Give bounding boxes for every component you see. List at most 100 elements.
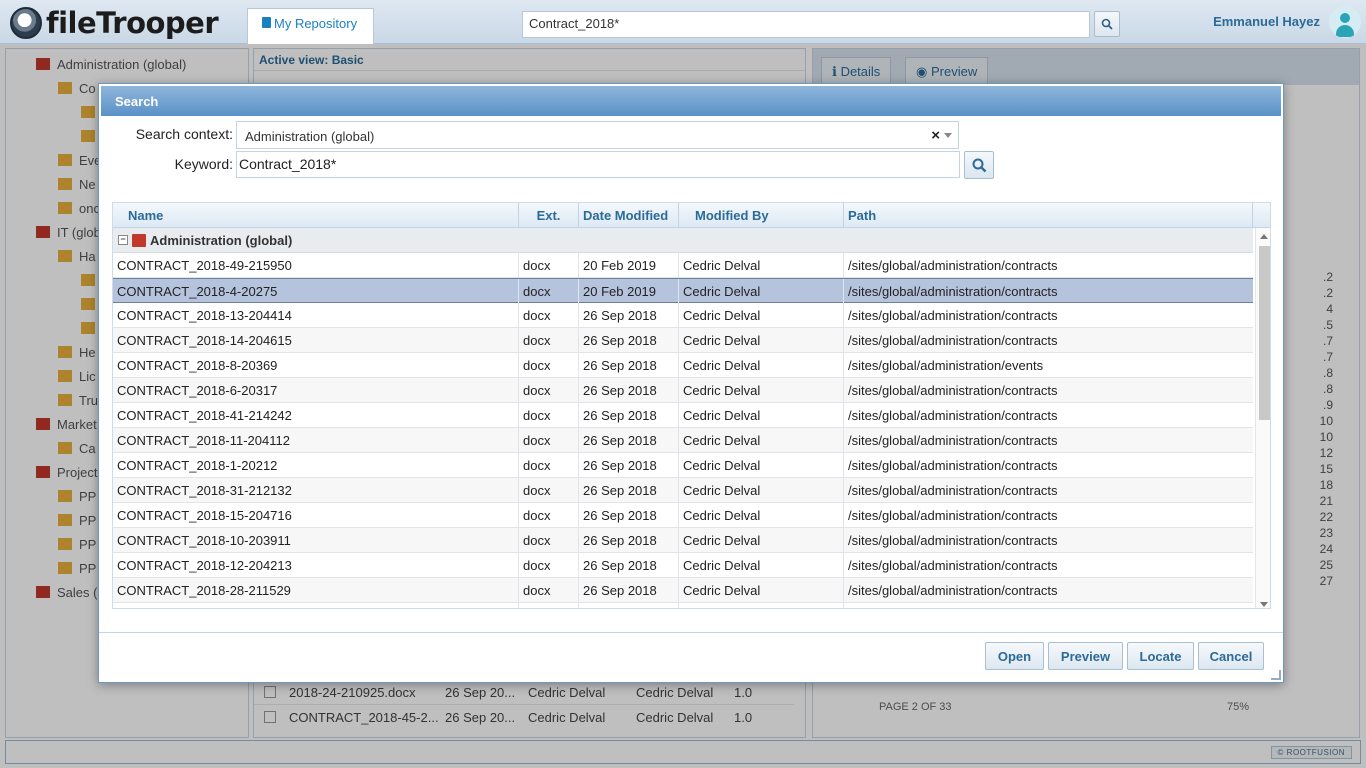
user-name[interactable]: Emmanuel Hayez xyxy=(1180,14,1320,29)
search-context-select[interactable]: Administration (global) × xyxy=(236,121,959,149)
table-row[interactable]: CONTRACT_2018-4-20275 docx 20 Feb 2019 Cedr… xyxy=(113,278,1253,304)
cell-date: 26 Sep 2018 xyxy=(583,558,657,573)
scroll-down-icon[interactable] xyxy=(1260,602,1268,607)
grid-body: CONTRACT_2018-49-215950 docx 20 Feb 2019 Ce… xyxy=(113,253,1253,609)
table-row[interactable]: CONTRACT_2018-13-204414 docx 26 Sep 2018 Ce… xyxy=(113,303,1253,328)
cell-modified-by: Cedric Delval xyxy=(683,483,761,498)
table-row[interactable]: CONTRACT_2018-31-212132 docx 26 Sep 2018 Ce… xyxy=(113,478,1253,503)
cell-path: /sites/global/administration/contracts xyxy=(848,258,1058,273)
cell-path: /sites/global/administration/contracts xyxy=(848,533,1058,548)
table-row[interactable]: CONTRACT_2018-10-203911 docx 26 Sep 2018 Ce… xyxy=(113,528,1253,553)
cell-modified-by: Cedric Delval xyxy=(683,333,761,348)
dialog-title[interactable]: Search xyxy=(101,86,1281,116)
locate-button[interactable]: Locate xyxy=(1127,642,1194,670)
resize-grip-icon[interactable] xyxy=(1271,670,1281,680)
cell-path: /sites/global/administration/contracts xyxy=(848,383,1058,398)
cell-name: CONTRACT_2018-41-214242 xyxy=(117,408,292,423)
cell-path: /sites/global/administration/contracts xyxy=(848,308,1058,323)
global-search-input[interactable]: Contract_2018* xyxy=(522,11,1090,38)
cell-path: /sites/global/administration/contracts xyxy=(848,608,1058,609)
table-row[interactable]: CONTRACT_2018-49-215950 docx 20 Feb 2019 Ce… xyxy=(113,253,1253,278)
cell-name: CONTRACT_2018-10-203911 xyxy=(117,533,291,548)
cell-path: /sites/global/administration/contracts xyxy=(848,583,1058,598)
tab-my-repository[interactable]: My Repository xyxy=(247,8,374,44)
column-ext[interactable]: Ext. xyxy=(519,203,579,228)
cell-date: 26 Sep 2018 xyxy=(583,533,657,548)
collapse-icon[interactable]: − xyxy=(118,235,128,245)
logo-text: fileTrooper xyxy=(46,6,219,40)
cell-ext: docx xyxy=(523,583,551,598)
cell-path: /sites/global/administration/contracts xyxy=(848,483,1058,498)
chevron-down-icon[interactable] xyxy=(944,133,952,138)
cell-name: CONTRACT_2018-8-20369 xyxy=(117,358,278,373)
cell-date: 26 Sep 2018 xyxy=(583,483,657,498)
cell-modified-by: Cedric Delval xyxy=(683,508,761,523)
keyword-search-button[interactable] xyxy=(964,151,994,179)
cell-modified-by: Cedric Delval xyxy=(683,358,761,373)
cell-modified-by: Cedric Delval xyxy=(683,558,761,573)
group-label: Administration (global) xyxy=(150,232,293,248)
column-path[interactable]: Path xyxy=(844,203,1253,228)
cell-ext: docx xyxy=(523,284,551,299)
cell-name: CONTRACT_2018-15-204716 xyxy=(117,508,292,523)
cell-ext: docx xyxy=(523,358,551,373)
table-row[interactable]: CONTRACT_2018-6-20317 docx 26 Sep 2018 Cedr… xyxy=(113,378,1253,403)
search-context-label: Search context: xyxy=(135,126,233,142)
search-icon xyxy=(972,158,986,172)
table-row[interactable]: CONTRACT_2018-14-204615 docx 26 Sep 2018 Ce… xyxy=(113,328,1253,353)
group-row[interactable]: − Administration (global) xyxy=(113,228,1253,253)
preview-button[interactable]: Preview xyxy=(1048,642,1123,670)
scroll-thumb[interactable] xyxy=(1259,246,1270,420)
cell-ext: docx xyxy=(523,458,551,473)
cell-modified-by: Cedric Delval xyxy=(683,608,760,609)
cell-name: CONTRACT_2018-49-215950 xyxy=(117,258,292,273)
grid-header: Name Ext. Date Modified Modified By Path xyxy=(113,203,1270,228)
red-folder-icon xyxy=(132,233,146,247)
cell-ext: docx xyxy=(523,533,551,548)
cell-date: 26 Sep 2018 xyxy=(583,408,657,423)
cell-name: CONTRACT_2018-28-211529 xyxy=(117,583,291,598)
cell-ext: docx xyxy=(523,483,551,498)
table-row[interactable]: CONTRACT_2018-12-204213 docx 26 Sep 2018 Ce… xyxy=(113,553,1253,578)
scroll-up-icon[interactable] xyxy=(1260,234,1268,239)
table-row[interactable]: CONTRACT_2018-1-20212 docx 26 Sep 2018 Cedr… xyxy=(113,453,1253,478)
cell-date: 20 Feb 2019 xyxy=(583,284,657,299)
table-row[interactable]: CONTRACT_2018-9-203910 docx 26 Sep 2018 Ced… xyxy=(113,603,1253,609)
cell-ext: docx xyxy=(523,608,550,609)
cancel-button[interactable]: Cancel xyxy=(1198,642,1264,670)
cell-name: CONTRACT_2018-9-203910 xyxy=(117,608,285,609)
keyword-input[interactable]: Contract_2018* xyxy=(236,151,960,178)
table-row[interactable]: CONTRACT_2018-15-204716 docx 26 Sep 2018 Ce… xyxy=(113,503,1253,528)
column-date-modified[interactable]: Date Modified xyxy=(579,203,679,228)
cell-date: 26 Sep 2018 xyxy=(583,608,657,609)
global-search-button[interactable] xyxy=(1094,11,1120,37)
tab-my-repository-label: My Repository xyxy=(274,16,358,31)
cell-ext: docx xyxy=(523,258,551,273)
cell-modified-by: Cedric Delval xyxy=(683,258,761,273)
cell-ext: docx xyxy=(523,558,551,573)
cell-path: /sites/global/administration/contracts xyxy=(848,333,1058,348)
cell-date: 26 Sep 2018 xyxy=(583,358,657,373)
table-row[interactable]: CONTRACT_2018-8-20369 docx 26 Sep 2018 Cedr… xyxy=(113,353,1253,378)
app-logo[interactable]: fileTrooper xyxy=(10,6,240,40)
cell-path: /sites/global/administration/contracts xyxy=(848,558,1058,573)
avatar[interactable] xyxy=(1329,6,1361,38)
cell-date: 26 Sep 2018 xyxy=(583,508,657,523)
table-row[interactable]: CONTRACT_2018-11-204112 docx 26 Sep 2018 Ce… xyxy=(113,428,1253,453)
cell-date: 26 Sep 2018 xyxy=(583,333,657,348)
cell-modified-by: Cedric Delval xyxy=(683,583,761,598)
column-modified-by[interactable]: Modified By xyxy=(679,203,844,228)
cell-path: /sites/global/administration/events xyxy=(848,358,1044,373)
cell-modified-by: Cedric Delval xyxy=(683,284,761,299)
cell-date: 20 Feb 2019 xyxy=(583,258,657,273)
table-row[interactable]: CONTRACT_2018-41-214242 docx 26 Sep 2018 Ce… xyxy=(113,403,1253,428)
clear-icon[interactable]: × xyxy=(931,128,940,143)
cell-path: /sites/global/administration/contracts xyxy=(848,408,1058,423)
grid-scrollbar[interactable] xyxy=(1255,228,1270,608)
column-name[interactable]: Name xyxy=(113,203,519,228)
cell-ext: docx xyxy=(523,383,551,398)
open-button[interactable]: Open xyxy=(985,642,1044,670)
table-row[interactable]: CONTRACT_2018-28-211529 docx 26 Sep 2018 Ce… xyxy=(113,578,1253,603)
search-icon xyxy=(1101,18,1113,30)
cell-name: CONTRACT_2018-11-204112 xyxy=(117,433,290,448)
